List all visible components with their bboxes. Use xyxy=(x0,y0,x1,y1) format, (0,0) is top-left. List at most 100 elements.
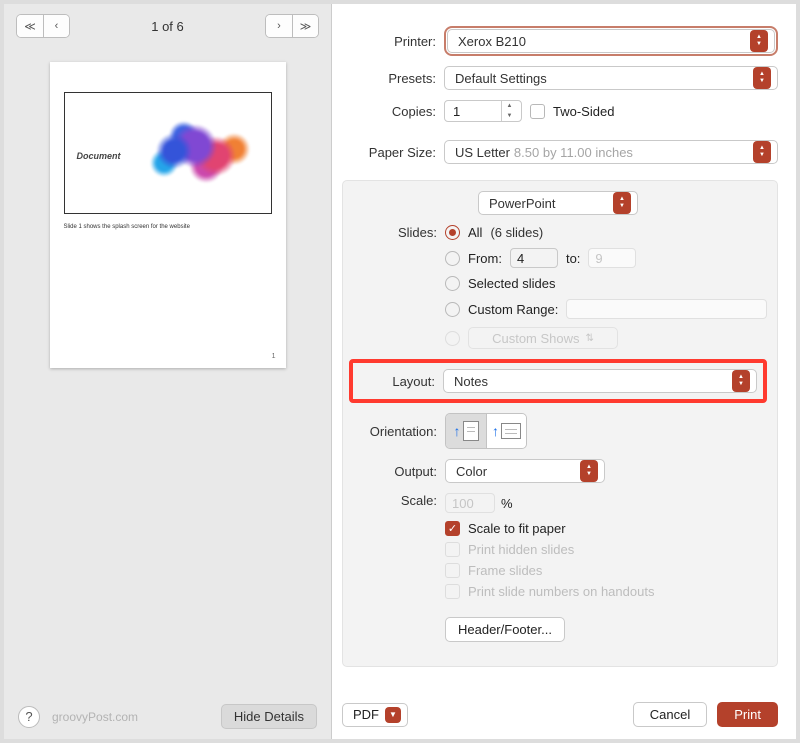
presets-label: Presets: xyxy=(342,71,444,86)
nav-forward-group: › ≫ xyxy=(265,14,319,38)
app-select-value: PowerPoint xyxy=(489,196,555,211)
arrow-up-icon: ↑ xyxy=(454,423,461,439)
dropdown-icon xyxy=(750,30,768,52)
slides-from-input[interactable]: 4 xyxy=(510,248,558,268)
settings-panel: Printer: Xerox B210 Presets: Default Set… xyxy=(332,4,796,739)
landscape-icon xyxy=(501,423,521,439)
paper-size-select[interactable]: US Letter 8.50 by 11.00 inches xyxy=(444,140,778,164)
slides-from-label: From: xyxy=(468,251,502,266)
orientation-row: Orientation: ↑ ↑ xyxy=(349,413,767,449)
help-button[interactable]: ? xyxy=(18,706,40,728)
header-footer-button[interactable]: Header/Footer... xyxy=(445,617,565,642)
presets-row: Presets: Default Settings xyxy=(342,66,778,90)
preview-slide-title: Document xyxy=(77,151,121,161)
portrait-icon xyxy=(463,421,479,441)
print-hidden-label: Print hidden slides xyxy=(468,542,574,557)
scale-pct: % xyxy=(501,496,513,511)
app-select[interactable]: PowerPoint xyxy=(478,191,638,215)
slides-selected-radio[interactable] xyxy=(445,276,460,291)
preview-page-num: 1 xyxy=(272,353,276,360)
presets-select[interactable]: Default Settings xyxy=(444,66,778,90)
app-options-pane: PowerPoint Slides: All (6 slides) From: … xyxy=(342,180,778,667)
slides-custom-shows-radio xyxy=(445,331,460,346)
printer-label: Printer: xyxy=(342,34,444,49)
page-indicator: 1 of 6 xyxy=(80,19,255,34)
copies-input[interactable]: 1 ▲▼ xyxy=(444,100,522,122)
output-select[interactable]: Color xyxy=(445,459,605,483)
orientation-portrait-button[interactable]: ↑ xyxy=(446,414,486,448)
slides-options: All (6 slides) From: 4 to: 9 Selected sl… xyxy=(445,225,767,349)
slides-all-count: (6 slides) xyxy=(490,225,543,240)
scale-fit-label: Scale to fit paper xyxy=(468,521,566,536)
print-hidden-checkbox xyxy=(445,542,460,557)
printer-value: Xerox B210 xyxy=(458,34,526,49)
nav-last-button[interactable]: ≫ xyxy=(292,15,318,37)
printer-highlight: Xerox B210 xyxy=(444,26,778,56)
preview-nav: ≪ ‹ 1 of 6 › ≫ xyxy=(4,4,331,44)
preview-notes: Slide 1 shows the splash screen for the … xyxy=(64,224,272,230)
print-numbers-checkbox xyxy=(445,584,460,599)
paper-size-value: US Letter xyxy=(455,145,510,160)
dropdown-icon xyxy=(732,370,750,392)
chevron-down-icon: ▼ xyxy=(385,707,401,723)
print-numbers-label: Print slide numbers on handouts xyxy=(468,584,654,599)
hide-details-button[interactable]: Hide Details xyxy=(221,704,317,729)
scale-row: Scale: 100 % Scale to fit paper Print xyxy=(349,493,767,642)
paper-size-label: Paper Size: xyxy=(342,145,444,160)
layout-value: Notes xyxy=(454,374,488,389)
two-sided-checkbox[interactable] xyxy=(530,104,545,119)
preview-page: Document Slide 1 shows the splash screen… xyxy=(50,62,286,368)
preview-splash-graphic xyxy=(125,101,265,201)
output-label: Output: xyxy=(349,464,445,479)
pdf-label: PDF xyxy=(353,707,379,722)
copies-label: Copies: xyxy=(342,104,444,119)
nav-prev-button[interactable]: ‹ xyxy=(43,15,69,37)
output-value: Color xyxy=(456,464,487,479)
arrow-up-icon: ↑ xyxy=(492,423,499,439)
print-button[interactable]: Print xyxy=(717,702,778,727)
slides-all-radio[interactable] xyxy=(445,225,460,240)
printer-row: Printer: Xerox B210 xyxy=(342,26,778,56)
preview-footer: ? groovyPost.com Hide Details xyxy=(4,694,331,739)
presets-value: Default Settings xyxy=(455,71,547,86)
slides-selected-label: Selected slides xyxy=(468,276,555,291)
slides-row: Slides: All (6 slides) From: 4 to: 9 xyxy=(349,225,767,349)
paper-size-dims: 8.50 by 11.00 inches xyxy=(514,145,633,160)
scale-checklist: Scale to fit paper Print hidden slides F… xyxy=(445,521,654,599)
app-select-row: PowerPoint xyxy=(349,191,767,215)
dropdown-icon xyxy=(753,141,771,163)
pdf-menu-button[interactable]: PDF ▼ xyxy=(342,703,408,727)
orientation-landscape-button[interactable]: ↑ xyxy=(486,414,526,448)
cancel-button[interactable]: Cancel xyxy=(633,702,707,727)
orientation-label: Orientation: xyxy=(349,424,445,439)
printer-select[interactable]: Xerox B210 xyxy=(447,29,775,53)
scale-label: Scale: xyxy=(349,493,445,508)
print-dialog: ≪ ‹ 1 of 6 › ≫ Document Slide 1 shows th… xyxy=(0,0,800,743)
scale-input: 100 xyxy=(445,493,495,513)
layout-select[interactable]: Notes xyxy=(443,369,757,393)
preview-slide: Document xyxy=(64,92,272,214)
slides-custom-range-input[interactable] xyxy=(566,299,767,319)
slides-to-label: to: xyxy=(566,251,580,266)
paper-size-row: Paper Size: US Letter 8.50 by 11.00 inch… xyxy=(342,140,778,164)
scale-fit-checkbox[interactable] xyxy=(445,521,460,536)
slides-to-input[interactable]: 9 xyxy=(588,248,636,268)
copies-value: 1 xyxy=(453,104,460,119)
frame-slides-checkbox xyxy=(445,563,460,578)
frame-slides-label: Frame slides xyxy=(468,563,542,578)
nav-next-button[interactable]: › xyxy=(266,15,292,37)
slides-from-radio[interactable] xyxy=(445,251,460,266)
two-sided-label: Two-Sided xyxy=(553,104,614,119)
dropdown-icon xyxy=(580,460,598,482)
slides-all-label: All xyxy=(468,225,482,240)
dropdown-icon xyxy=(753,67,771,89)
slides-custom-range-radio[interactable] xyxy=(445,302,460,317)
nav-first-button[interactable]: ≪ xyxy=(17,15,43,37)
copies-stepper[interactable]: ▲▼ xyxy=(501,101,517,121)
slides-label: Slides: xyxy=(349,225,445,240)
nav-back-group: ≪ ‹ xyxy=(16,14,70,38)
preview-panel: ≪ ‹ 1 of 6 › ≫ Document Slide 1 shows th… xyxy=(4,4,332,739)
layout-label: Layout: xyxy=(359,374,443,389)
output-row: Output: Color xyxy=(349,459,767,483)
preview-page-wrap: Document Slide 1 shows the splash screen… xyxy=(4,44,331,694)
